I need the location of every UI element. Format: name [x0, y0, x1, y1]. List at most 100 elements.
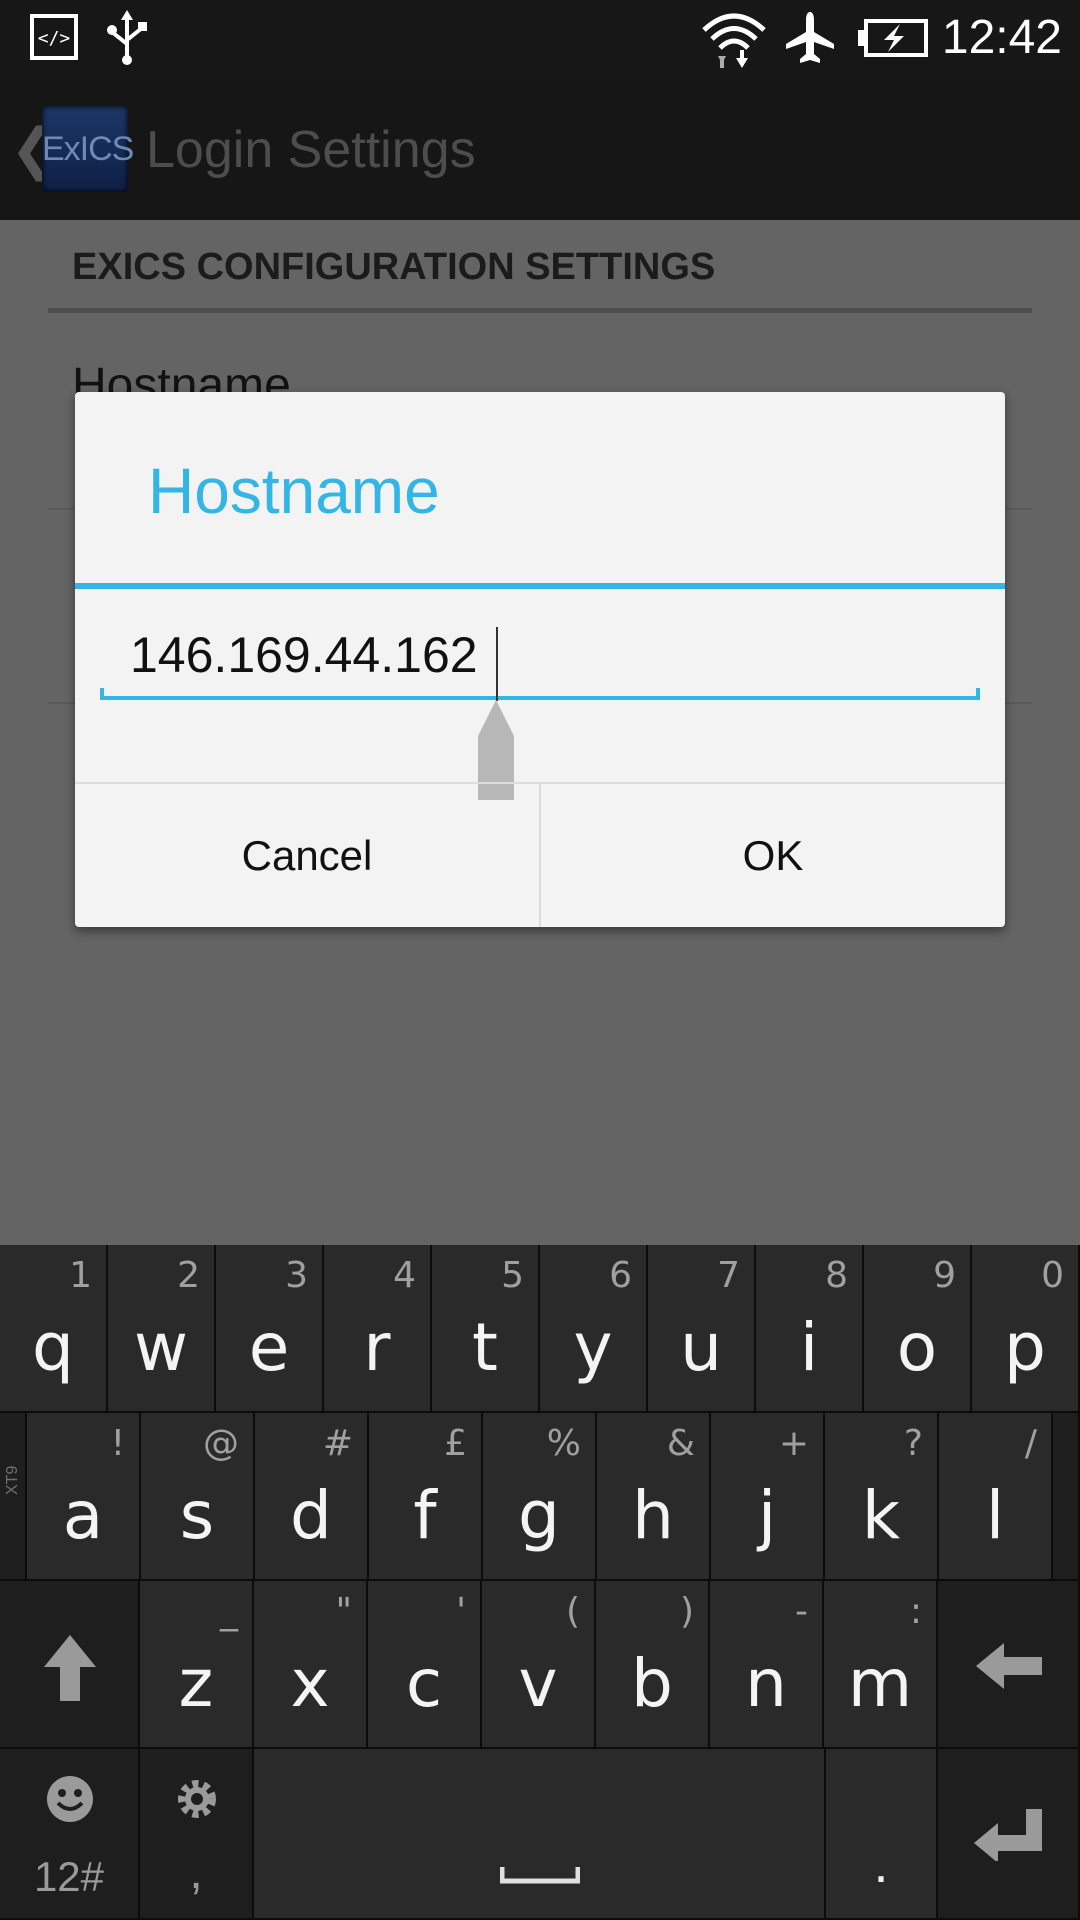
dialog-title-divider — [75, 583, 1005, 589]
key-alt-label: ( — [565, 1591, 580, 1632]
key-alt-label: & — [666, 1423, 695, 1464]
key-label: f — [413, 1477, 437, 1554]
key-o[interactable]: 9o — [864, 1245, 972, 1413]
section-header: EXICS CONFIGURATION SETTINGS — [72, 246, 716, 288]
key-label: s — [179, 1477, 215, 1554]
key-alt-label: _ — [220, 1591, 238, 1632]
settings-comma-key[interactable]: , — [140, 1749, 254, 1920]
key-v[interactable]: (v — [482, 1581, 596, 1749]
key-l[interactable]: / l — [939, 1413, 1053, 1581]
keyboard-margin-right — [1053, 1413, 1080, 1581]
section-divider — [48, 308, 1032, 313]
key-label: k — [861, 1477, 901, 1554]
shift-key[interactable] — [0, 1581, 140, 1749]
input-underline — [100, 696, 980, 700]
key-f[interactable]: £ f — [369, 1413, 483, 1581]
key-n[interactable]: -n — [710, 1581, 824, 1749]
key-label: n — [745, 1645, 787, 1722]
key-alt-label: 1 — [69, 1255, 92, 1296]
key-p[interactable]: 0p — [972, 1245, 1080, 1413]
key-b[interactable]: ) b — [596, 1581, 710, 1749]
hostname-dialog: Hostname 146.169.44.162 Cancel OK — [75, 392, 1005, 927]
key-c[interactable]: ' c — [368, 1581, 482, 1749]
action-bar: ❮ ExICS Login Settings — [0, 76, 1080, 220]
enter-arrow-icon — [974, 1809, 1042, 1861]
space-key[interactable] — [254, 1749, 826, 1920]
key-k[interactable]: ? k — [825, 1413, 939, 1581]
page-title: Login Settings — [146, 121, 476, 179]
key-e[interactable]: 3e — [216, 1245, 324, 1413]
key-alt-label: " — [335, 1591, 352, 1632]
key-alt-label: + — [778, 1423, 809, 1464]
key-t[interactable]: 5t — [432, 1245, 540, 1413]
key-label: q — [32, 1309, 74, 1386]
key-label: m — [847, 1645, 913, 1722]
key-m[interactable]: :m — [824, 1581, 938, 1749]
shift-arrow-icon — [44, 1635, 96, 1701]
key-alt-label: 8 — [825, 1255, 848, 1296]
key-label: v — [518, 1645, 558, 1722]
key-j[interactable]: + j — [711, 1413, 825, 1581]
battery-charging-icon — [858, 19, 928, 57]
usb-icon — [107, 10, 147, 65]
hostname-input-value: 146.169.44.162 — [130, 627, 478, 683]
key-label: b — [631, 1645, 673, 1722]
key-w[interactable]: 2w — [108, 1245, 216, 1413]
key-alt-label: 7 — [717, 1255, 740, 1296]
period-key[interactable]: . — [826, 1749, 938, 1920]
key-label: o — [896, 1309, 938, 1386]
key-alt-label: 2 — [177, 1255, 200, 1296]
key-alt-label: - — [795, 1591, 808, 1632]
key-alt-label: ! — [110, 1423, 125, 1464]
input-underline-tick — [100, 688, 104, 700]
dialog-title: Hostname — [148, 455, 440, 527]
key-label: d — [290, 1477, 332, 1554]
key-g[interactable]: % g — [483, 1413, 597, 1581]
key-label: z — [178, 1645, 214, 1722]
key-label: g — [518, 1477, 560, 1554]
key-alt-label: # — [322, 1423, 353, 1464]
hostname-input[interactable]: 146.169.44.162 — [100, 612, 980, 704]
status-bar: </> 12:42 — [0, 0, 1080, 76]
key-alt-label: @ — [203, 1423, 239, 1464]
key-label: i — [799, 1309, 819, 1386]
comma-label: , — [189, 1846, 203, 1899]
key-label: e — [248, 1309, 290, 1386]
key-alt-label: % — [546, 1423, 581, 1464]
key-r[interactable]: 4r — [324, 1245, 432, 1413]
key-alt-label: ? — [903, 1423, 923, 1464]
key-label: a — [62, 1477, 104, 1554]
backspace-arrow-icon — [976, 1643, 1042, 1689]
key-i[interactable]: 8i — [756, 1245, 864, 1413]
smiley-icon — [47, 1776, 93, 1822]
key-s[interactable]: @ s — [141, 1413, 255, 1581]
key-label: l — [985, 1477, 1005, 1554]
key-alt-label: / — [1024, 1423, 1037, 1464]
symbols-key[interactable]: 12# — [0, 1749, 140, 1920]
enter-key[interactable] — [938, 1749, 1080, 1920]
key-alt-label: ) — [679, 1591, 694, 1632]
key-q[interactable]: 1q — [0, 1245, 108, 1413]
key-a[interactable]: ! a — [27, 1413, 141, 1581]
text-caret — [496, 627, 498, 701]
key-x[interactable]: " x — [254, 1581, 368, 1749]
key-h[interactable]: & h — [597, 1413, 711, 1581]
app-logo[interactable]: ExICS — [42, 106, 134, 192]
keyboard-margin-left — [0, 1413, 27, 1581]
key-z[interactable]: _ z — [140, 1581, 254, 1749]
airplane-icon — [786, 12, 834, 63]
key-u[interactable]: 7u — [648, 1245, 756, 1413]
key-alt-label: 9 — [933, 1255, 956, 1296]
key-label: r — [363, 1309, 391, 1386]
key-alt-label: 6 — [609, 1255, 632, 1296]
backspace-key[interactable] — [938, 1581, 1080, 1749]
status-time: 12:42 — [941, 11, 1062, 64]
input-underline-tick — [976, 688, 980, 700]
ok-button[interactable]: OK — [541, 784, 1005, 927]
wifi-icon — [702, 13, 766, 68]
code-icon: </> — [30, 14, 78, 60]
key-d[interactable]: # d — [255, 1413, 369, 1581]
cancel-button[interactable]: Cancel — [75, 784, 539, 927]
key-y[interactable]: 6y — [540, 1245, 648, 1413]
soft-keyboard: 1q2w3e4r5t6y7u8i9o0p ! a @ s # d £ f% g & h + j? k / l … — [0, 1245, 1080, 1920]
